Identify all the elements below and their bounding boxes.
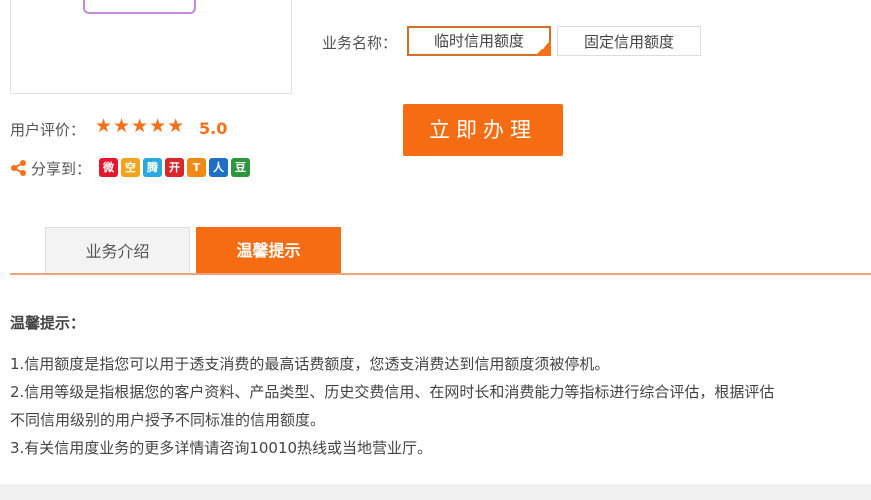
- tab-divider: [10, 273, 871, 275]
- notice-title: 温馨提示：: [10, 314, 86, 332]
- business-name-label: 业务名称：: [322, 34, 398, 52]
- share-icons: 微空腾开T人豆: [99, 158, 250, 177]
- star-rating-icon: ★★★★★: [95, 115, 186, 137]
- option-label: 临时信用额度: [433, 32, 524, 50]
- notice-line: 不同信用级别的用户授予不同标准的信用额度。: [10, 411, 326, 429]
- notice-line: 1.信用额度是指您可以用于透支消费的最高话费额度，您透支消费达到信用额度须被停机…: [10, 355, 610, 373]
- tab-warm-tips[interactable]: 温馨提示: [196, 227, 341, 274]
- rating-label: 用户评价：: [10, 121, 86, 139]
- tab-business-intro[interactable]: 业务介绍: [45, 227, 190, 274]
- share-label: 分享到：: [31, 160, 92, 178]
- product-image-frame: [10, 0, 292, 94]
- kaixin-icon[interactable]: 开: [165, 158, 184, 177]
- tencent-weibo-icon[interactable]: 腾: [143, 158, 162, 177]
- weibo-icon[interactable]: 微: [99, 158, 118, 177]
- product-thumbnail[interactable]: [83, 0, 196, 14]
- douban-icon[interactable]: 豆: [231, 158, 250, 177]
- notice-body: 1.信用额度是指您可以用于透支消费的最高话费额度，您透支消费达到信用额度须被停机…: [10, 350, 774, 462]
- check-icon: ✓: [540, 43, 548, 53]
- option-fixed-credit[interactable]: 固定信用额度: [557, 26, 701, 56]
- option-label: 固定信用额度: [583, 33, 674, 51]
- tianya-icon[interactable]: T: [187, 158, 206, 177]
- renren-icon[interactable]: 人: [209, 158, 228, 177]
- qzone-icon[interactable]: 空: [121, 158, 140, 177]
- option-temporary-credit[interactable]: 临时信用额度 ✓: [407, 26, 551, 56]
- apply-now-button[interactable]: 立即办理: [403, 104, 563, 156]
- notice-line: 3.有关信用度业务的更多详情请咨询10010热线或当地营业厅。: [10, 439, 433, 457]
- rating-score: 5.0: [199, 119, 228, 138]
- footer-band: [0, 484, 871, 500]
- notice-line: 2.信用等级是指根据您的客户资料、产品类型、历史交费信用、在网时长和消费能力等指…: [10, 383, 775, 401]
- share-icon: [11, 160, 26, 176]
